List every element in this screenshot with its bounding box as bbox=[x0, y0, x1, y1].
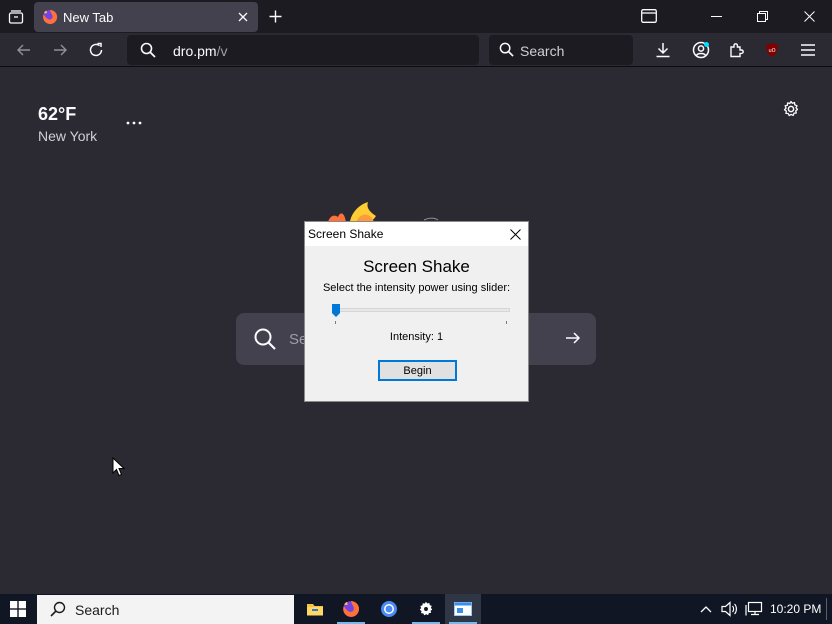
tab-list-icon bbox=[8, 10, 24, 24]
volume-button[interactable] bbox=[720, 599, 740, 619]
tab-title: New Tab bbox=[63, 10, 114, 25]
close-icon bbox=[238, 12, 248, 22]
address-bar[interactable]: dro.pm/v bbox=[127, 35, 479, 65]
file-explorer-icon bbox=[307, 604, 323, 616]
weather-city: New York bbox=[38, 128, 98, 144]
weather-temperature: 62°F bbox=[38, 104, 77, 124]
search-icon bbox=[254, 328, 276, 350]
taskbar-search-placeholder: Search bbox=[75, 602, 120, 618]
extensions-icon bbox=[730, 43, 744, 58]
firefox-logo-icon bbox=[328, 202, 439, 222]
ublock-icon: uO bbox=[766, 43, 778, 57]
dialog-instruction: Select the intensity power using slider: bbox=[322, 282, 511, 294]
search-icon bbox=[50, 601, 66, 617]
arrow-right-icon bbox=[566, 332, 581, 344]
slider-tick bbox=[506, 321, 507, 324]
taskbar-chrome[interactable] bbox=[371, 594, 407, 624]
network-button[interactable] bbox=[744, 599, 764, 619]
weather-menu-button[interactable] bbox=[123, 112, 145, 134]
dialog-close-button[interactable] bbox=[506, 225, 524, 243]
screen-shake-app-icon bbox=[454, 602, 472, 616]
chrome-icon bbox=[381, 601, 397, 617]
search-bar-placeholder: Search bbox=[520, 43, 565, 59]
taskbar-screen-shake-app[interactable] bbox=[445, 594, 481, 624]
menu-button[interactable] bbox=[795, 37, 821, 63]
taskbar-firefox[interactable] bbox=[333, 594, 369, 624]
downloads-button[interactable] bbox=[650, 37, 676, 63]
taskbar-clock[interactable]: 10:20 PM bbox=[770, 602, 821, 616]
search-bar[interactable]: Search bbox=[489, 35, 633, 65]
dialog-heading: Screen Shake bbox=[363, 257, 470, 276]
navigation-toolbar: dro.pm/v Search uO bbox=[0, 33, 832, 67]
restore-icon bbox=[756, 10, 768, 22]
windows-logo-icon bbox=[10, 601, 26, 617]
download-icon bbox=[656, 43, 670, 58]
close-window-button[interactable] bbox=[786, 0, 832, 32]
gear-icon bbox=[783, 100, 799, 117]
mouse-cursor-icon bbox=[112, 457, 126, 477]
forward-arrow-icon bbox=[54, 44, 67, 56]
close-icon bbox=[803, 10, 815, 22]
start-button[interactable] bbox=[0, 594, 36, 624]
intensity-slider[interactable] bbox=[332, 304, 510, 326]
account-icon bbox=[692, 41, 710, 59]
url-text: dro.pm/v bbox=[173, 43, 227, 59]
search-icon bbox=[499, 42, 514, 57]
reload-icon bbox=[89, 42, 103, 57]
ublock-button[interactable]: uO bbox=[759, 37, 785, 63]
firefox-icon bbox=[43, 9, 58, 24]
taskbar-file-explorer[interactable] bbox=[297, 594, 333, 624]
network-icon bbox=[745, 601, 763, 616]
forward-button[interactable] bbox=[47, 37, 73, 63]
firefox-view-icon bbox=[641, 9, 657, 23]
chevron-up-icon bbox=[700, 606, 712, 613]
settings-icon bbox=[419, 601, 433, 616]
screen-shake-dialog: Screen Shake Screen Shake Select the int… bbox=[304, 221, 529, 402]
svg-text:uO: uO bbox=[768, 48, 775, 54]
account-button[interactable] bbox=[688, 37, 714, 63]
search-icon bbox=[140, 42, 156, 58]
intensity-label: Intensity: 1 bbox=[389, 331, 444, 343]
dialog-titlebar[interactable]: Screen Shake bbox=[305, 222, 528, 246]
taskbar: Search 10:20 PM bbox=[0, 594, 832, 624]
restore-button[interactable] bbox=[739, 0, 785, 32]
menu-icon bbox=[801, 44, 815, 56]
show-hidden-icons-button[interactable] bbox=[696, 599, 716, 619]
url-path: /v bbox=[216, 43, 228, 59]
close-icon bbox=[509, 228, 521, 240]
minimize-button[interactable] bbox=[693, 0, 739, 32]
slider-track[interactable] bbox=[332, 308, 510, 312]
show-desktop-button[interactable] bbox=[826, 598, 827, 620]
taskbar-settings[interactable] bbox=[408, 594, 444, 624]
taskbar-search-box[interactable]: Search bbox=[37, 595, 294, 624]
slider-tick bbox=[335, 321, 336, 324]
extensions-button[interactable] bbox=[724, 37, 750, 63]
close-tab-button[interactable] bbox=[234, 8, 252, 26]
more-options-icon bbox=[126, 121, 142, 125]
reload-button[interactable] bbox=[83, 37, 109, 63]
personalize-button[interactable] bbox=[780, 98, 802, 120]
plus-icon bbox=[269, 10, 281, 22]
new-tab-button[interactable] bbox=[264, 5, 286, 27]
speaker-icon bbox=[721, 601, 737, 617]
tab-list-button[interactable] bbox=[4, 5, 28, 29]
back-arrow-icon bbox=[17, 44, 30, 56]
minimize-icon bbox=[710, 15, 722, 17]
back-button[interactable] bbox=[11, 37, 37, 63]
dialog-window-title: Screen Shake bbox=[308, 227, 384, 241]
tab-strip: New Tab bbox=[0, 0, 832, 33]
tab-new-tab[interactable]: New Tab bbox=[34, 2, 258, 32]
firefox-view-button[interactable] bbox=[626, 0, 672, 32]
url-host: dro.pm bbox=[173, 43, 217, 59]
firefox-icon bbox=[343, 601, 360, 617]
begin-button[interactable]: Begin bbox=[378, 360, 457, 381]
slider-thumb[interactable] bbox=[332, 304, 340, 317]
